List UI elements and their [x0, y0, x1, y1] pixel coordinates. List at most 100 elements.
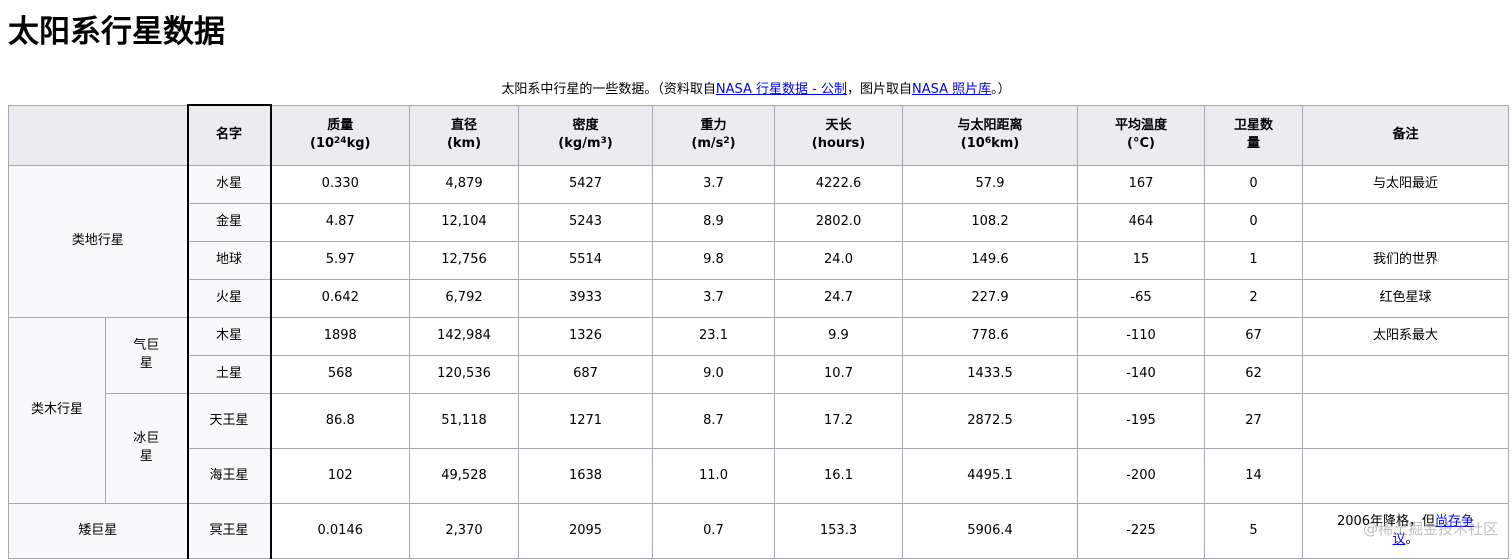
table-row: 火星 0.642 6,792 3933 3.7 24.7 227.9 -65 2…: [9, 278, 1509, 318]
cell-moons: 67: [1204, 316, 1303, 356]
cell-day: 24.0: [774, 240, 903, 280]
cell-temp: -110: [1077, 316, 1205, 356]
cell-distance: 2872.5: [902, 392, 1078, 449]
header-name: 名字: [186, 104, 272, 166]
cell-notes: 与太阳最近: [1302, 164, 1509, 204]
cell-diameter: 2,370: [409, 502, 519, 559]
header-diameter: 直径 (km): [409, 104, 519, 166]
cell-moons: 2: [1204, 278, 1303, 318]
cell-temp: -200: [1077, 447, 1205, 504]
cell-temp: -65: [1077, 278, 1205, 318]
cell-moons: 1: [1204, 240, 1303, 280]
cell-day: 9.9: [774, 316, 903, 356]
cell-density: 5514: [518, 240, 653, 280]
header-distance: 与太阳距离 (106km): [902, 104, 1078, 166]
cell-day: 24.7: [774, 278, 903, 318]
cell-density: 1271: [518, 392, 653, 449]
header-density: 密度 (kg/m3): [518, 104, 653, 166]
cell-gravity: 8.9: [652, 202, 775, 242]
group-ice-giant: 冰巨星: [105, 392, 188, 504]
nasa-photo-library-link[interactable]: NASA 照片库: [912, 82, 991, 97]
cell-temp: -140: [1077, 354, 1205, 394]
group-jovian: 类木行星: [8, 316, 106, 504]
cell-mass: 4.87: [270, 202, 410, 242]
table-row: 类地行星 水星 0.330 4,879 5427 3.7 4222.6 57.9…: [8, 164, 1509, 318]
planet-data-table: 名字 质量 (1024kg) 直径 (km) 密度 (kg/m3) 重力 (m/s2) …: [8, 104, 1509, 559]
cell-notes: 太阳系最大: [1302, 316, 1509, 356]
cell-day: 16.1: [774, 447, 903, 504]
table-row: 海王星 102 49,528 1638 11.0 16.1 4495.1 -20…: [9, 447, 1509, 504]
table-row: 金星 4.87 12,104 5243 8.9 2802.0 108.2 464…: [9, 202, 1509, 242]
cell-density: 2095: [518, 502, 653, 559]
header-mass: 质量 (1024kg): [270, 104, 410, 166]
cell-moons: 27: [1204, 392, 1303, 449]
cell-distance: 1433.5: [902, 354, 1078, 394]
caption-middle: ，图片取自: [846, 82, 912, 97]
cell-mass: 5.97: [270, 240, 410, 280]
cell-notes: 我们的世界: [1302, 240, 1509, 280]
table-row: 类木行星 气巨星 木星 1898 142,984 1326 23.1 9.9 7…: [8, 316, 1509, 504]
table-row: 地球 5.97 12,756 5514 9.8 24.0 149.6 15 1 …: [9, 240, 1509, 280]
cell-notes: 红色星球: [1302, 278, 1509, 318]
cell-diameter: 142,984: [409, 316, 519, 356]
cell-gravity: 8.7: [652, 392, 775, 449]
header-corner: [8, 104, 188, 166]
header-mean-temp: 平均温度 (°C): [1077, 104, 1205, 166]
group-gas-giant: 气巨星: [105, 316, 188, 394]
cell-diameter: 49,528: [409, 447, 519, 504]
group-dwarf: 矮巨星: [8, 502, 188, 559]
header-gravity: 重力 (m/s2): [652, 104, 775, 166]
cell-day: 17.2: [774, 392, 903, 449]
cell-gravity: 23.1: [652, 316, 775, 356]
cell-day: 2802.0: [774, 202, 903, 242]
cell-gravity: 9.0: [652, 354, 775, 394]
cell-density: 1638: [518, 447, 653, 504]
caption-prefix: 太阳系中行星的一些数据。（资料取自: [501, 82, 716, 97]
cell-density: 687: [518, 354, 653, 394]
cell-mass: 86.8: [270, 392, 410, 449]
cell-day: 153.3: [774, 502, 903, 559]
cell-distance: 57.9: [902, 164, 1078, 204]
cell-notes: [1302, 392, 1509, 449]
cell-mass: 0.642: [270, 278, 410, 318]
group-terrestrial: 类地行星: [8, 164, 188, 318]
cell-temp: 15: [1077, 240, 1205, 280]
cell-diameter: 6,792: [409, 278, 519, 318]
cell-density: 3933: [518, 278, 653, 318]
cell-temp: -195: [1077, 392, 1205, 449]
cell-gravity: 9.8: [652, 240, 775, 280]
nasa-planet-data-link[interactable]: NASA 行星数据 - 公制: [716, 82, 847, 97]
cell-distance: 5906.4: [902, 502, 1078, 559]
cell-distance: 778.6: [902, 316, 1078, 356]
cell-distance: 108.2: [902, 202, 1078, 242]
planet-name: 地球: [186, 240, 272, 280]
planet-name: 土星: [186, 354, 272, 394]
header-day-length: 天长 (hours): [774, 104, 903, 166]
header-row: 名字 质量 (1024kg) 直径 (km) 密度 (kg/m3) 重力 (m/s2) …: [8, 104, 1509, 166]
cell-notes: [1302, 202, 1509, 242]
planet-name: 冥王星: [186, 502, 272, 559]
cell-moons: 0: [1204, 202, 1303, 242]
cell-moons: 5: [1204, 502, 1303, 559]
cell-distance: 227.9: [902, 278, 1078, 318]
cell-diameter: 120,536: [409, 354, 519, 394]
cell-moons: 14: [1204, 447, 1303, 504]
cell-day: 10.7: [774, 354, 903, 394]
cell-moons: 62: [1204, 354, 1303, 394]
cell-distance: 4495.1: [902, 447, 1078, 504]
header-notes: 备注: [1302, 104, 1509, 166]
cell-diameter: 51,118: [409, 392, 519, 449]
cell-temp: -225: [1077, 502, 1205, 559]
cell-day: 4222.6: [774, 164, 903, 204]
cell-mass: 0.330: [270, 164, 410, 204]
cell-gravity: 3.7: [652, 164, 775, 204]
table-row: 冰巨星 天王星 86.8 51,118 1271 8.7 17.2 2872.5…: [9, 392, 1509, 504]
cell-moons: 0: [1204, 164, 1303, 204]
page-title: 太阳系行星数据: [8, 14, 225, 50]
cell-density: 5427: [518, 164, 653, 204]
cell-mass: 0.0146: [270, 502, 410, 559]
cell-mass: 568: [270, 354, 410, 394]
cell-notes: [1302, 447, 1509, 504]
cell-mass: 102: [270, 447, 410, 504]
planet-name: 海王星: [186, 447, 272, 504]
